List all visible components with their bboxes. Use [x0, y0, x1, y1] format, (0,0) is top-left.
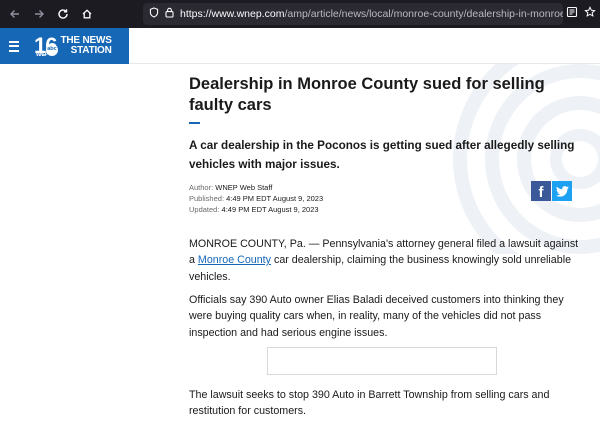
logo-wordmark: THE NEWS STATION	[60, 35, 112, 56]
logo-callsign: WNEP	[36, 52, 48, 58]
forward-arrow-icon[interactable]	[28, 3, 50, 25]
ad-placeholder[interactable]	[267, 347, 497, 375]
reload-icon[interactable]	[52, 3, 74, 25]
share-buttons: f	[531, 181, 572, 201]
article-headline: Dealership in Monroe County sued for sel…	[189, 75, 545, 114]
updated-date: 4:49 PM EDT August 9, 2023	[221, 205, 319, 214]
author-name: WNEP Web Staff	[215, 183, 273, 192]
published-line: Published: 4:49 PM EDT August 9, 2023	[189, 194, 324, 203]
published-date: 4:49 PM EDT August 9, 2023	[226, 194, 324, 203]
paragraph-3: The lawsuit seeks to stop 390 Auto in Ba…	[189, 389, 550, 418]
back-arrow-icon[interactable]	[4, 3, 26, 25]
site-header: 16 abc WNEP THE NEWS STATION	[0, 28, 600, 64]
lock-icon[interactable]	[165, 5, 174, 23]
article-meta: Author: WNEP Web Staff Published: 4:49 P…	[189, 182, 323, 215]
home-icon[interactable]	[76, 3, 98, 25]
logo-number: 16 abc WNEP	[34, 33, 58, 58]
site-logo[interactable]: 16 abc WNEP THE NEWS STATION	[34, 28, 112, 64]
reader-view-icon[interactable]	[566, 5, 578, 23]
monroe-county-link[interactable]: Monroe County	[198, 254, 271, 266]
abc-logo-icon: abc	[46, 44, 58, 56]
author-line: Author: WNEP Web Staff	[189, 183, 273, 192]
url-text[interactable]: https://www.wnep.com/amp/article/news/lo…	[180, 8, 563, 20]
facebook-share-button[interactable]: f	[531, 181, 551, 201]
logo-bar: 16 abc WNEP THE NEWS STATION	[0, 28, 129, 64]
shield-icon[interactable]	[149, 5, 159, 23]
updated-line: Updated: 4:49 PM EDT August 9, 2023	[189, 205, 319, 214]
paragraph-2: Officials say 390 Auto owner Elias Balad…	[189, 294, 564, 339]
facebook-icon: f	[538, 184, 544, 201]
address-bar[interactable]: https://www.wnep.com/amp/article/news/lo…	[143, 3, 563, 25]
paragraph-1: MONROE COUNTY, Pa. — Pennsylvania's atto…	[189, 238, 579, 283]
browser-toolbar: https://www.wnep.com/amp/article/news/lo…	[0, 0, 600, 28]
twitter-icon	[555, 185, 569, 197]
headline-divider	[189, 122, 200, 124]
star-icon[interactable]	[584, 5, 596, 23]
article-subhead: A car dealership in the Poconos is getti…	[189, 139, 575, 171]
twitter-share-button[interactable]	[552, 181, 572, 201]
hamburger-menu-icon[interactable]	[0, 28, 28, 64]
